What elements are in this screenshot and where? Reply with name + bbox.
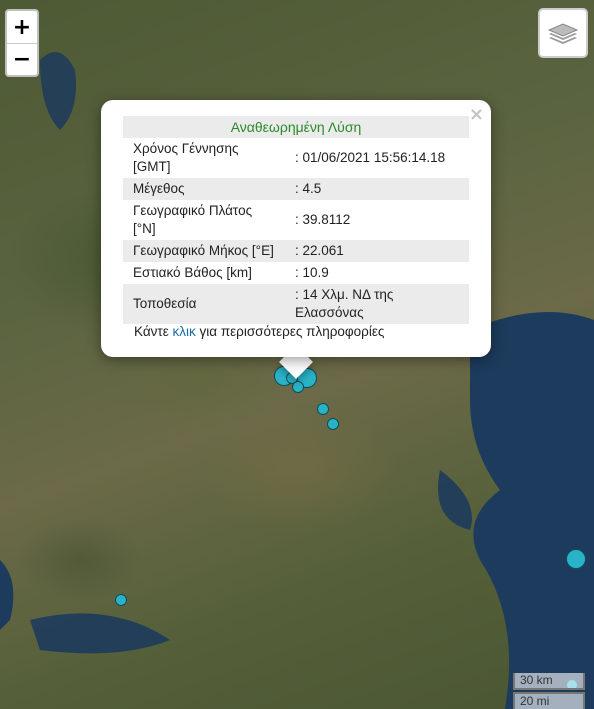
magnitude-label: Μέγεθος xyxy=(123,178,285,200)
layers-button[interactable] xyxy=(538,8,588,58)
latitude-label: Γεωγραφικό Πλάτος [°N] xyxy=(133,203,253,236)
more-info-text: Κάντε κλικ για περισσότερες πληροφορίες xyxy=(134,324,384,339)
zoom-out-button[interactable]: − xyxy=(7,43,37,75)
latitude-value: : 39.8112 xyxy=(295,212,351,227)
magnitude-value: : 4.5 xyxy=(285,178,469,200)
more-info-link[interactable]: κλικ xyxy=(173,324,196,339)
earthquake-marker[interactable] xyxy=(327,418,339,430)
depth-value: : 10.9 xyxy=(295,265,329,280)
earthquake-popup: × Αναθεωρημένη Λύση Χρόνος Γέννησης [GMT… xyxy=(101,100,491,357)
scale-bar-km: 30 km xyxy=(513,673,585,690)
earthquake-marker[interactable] xyxy=(566,549,586,569)
origin-time-label: Χρόνος Γέννησης [GMT] xyxy=(133,141,239,174)
earthquake-marker[interactable] xyxy=(292,381,304,393)
earthquake-details-table: Αναθεωρημένη Λύση Χρόνος Γέννησης [GMT]:… xyxy=(123,116,469,324)
location-value: : 14 Χλμ. ΝΔ της Ελασσόνας xyxy=(285,284,469,324)
location-label: Τοποθεσία xyxy=(123,284,285,324)
popup-header: Αναθεωρημένη Λύση xyxy=(123,116,469,138)
longitude-label: Γεωγραφικό Μήκος [°E] xyxy=(123,240,285,262)
longitude-value: : 22.061 xyxy=(285,240,469,262)
earthquake-marker[interactable] xyxy=(115,594,127,606)
more-info-prefix: Κάντε xyxy=(134,324,169,339)
more-info-suffix: για περισσότερες πληροφορίες xyxy=(199,324,385,339)
origin-time-value: : 01/06/2021 15:56:14.18 xyxy=(295,150,446,165)
scale-bar-mi: 20 mi xyxy=(513,692,585,709)
zoom-in-button[interactable]: + xyxy=(7,11,37,43)
close-icon[interactable]: × xyxy=(469,104,484,125)
depth-label: Εστιακό Βάθος [km] xyxy=(133,265,252,280)
zoom-control: + − xyxy=(5,9,39,77)
layers-icon xyxy=(547,23,579,44)
earthquake-marker[interactable] xyxy=(317,403,329,415)
